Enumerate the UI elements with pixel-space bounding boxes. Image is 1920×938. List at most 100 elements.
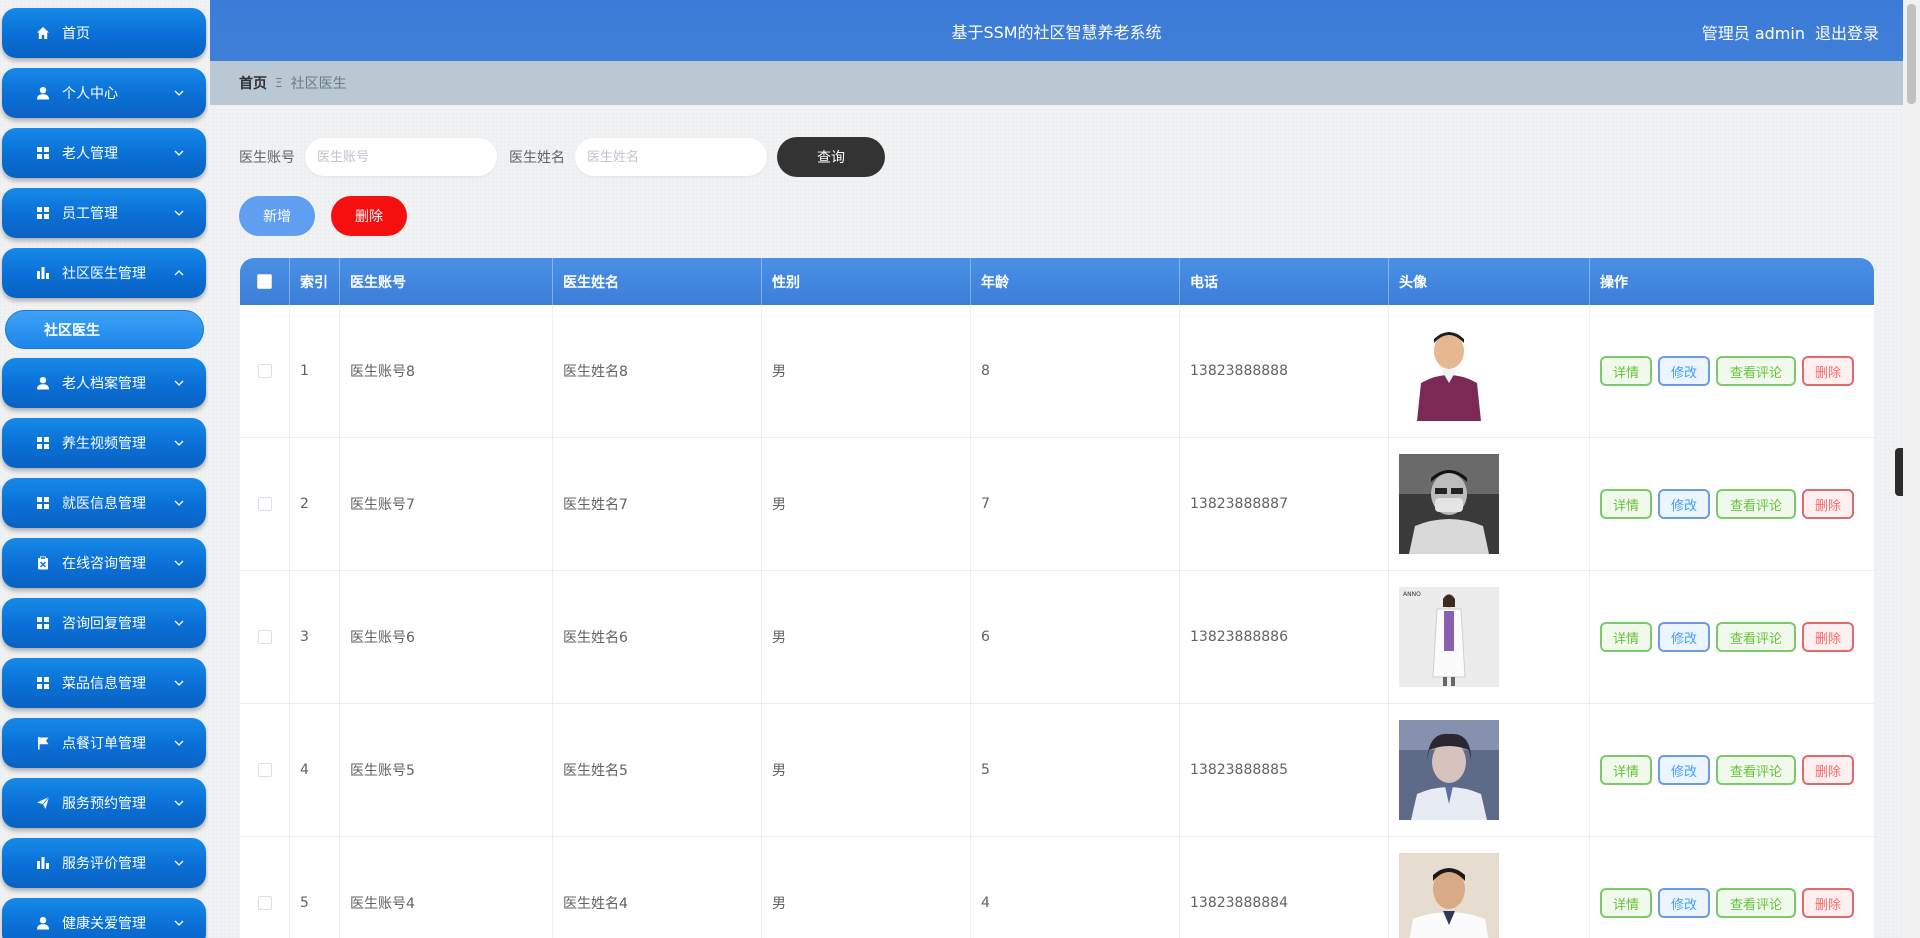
batch-delete-button[interactable]: 删除 [331,196,407,236]
sidebar: 首页个人中心老人管理员工管理社区医生管理 老人档案管理 养生视频管理 就医信息管理 在线… [0,0,208,938]
sidebar-item-service-booking[interactable]: 服务预约管理 [2,778,206,828]
breadcrumb-separator: Ξ [275,76,283,90]
sidebar-item-profile[interactable]: 个人中心 [2,68,206,118]
view-comments-button[interactable]: 查看评论 [1716,622,1796,652]
doctor-avatar-image[interactable] [1399,720,1499,820]
detail-button[interactable]: 详情 [1600,755,1652,785]
doctor-avatar-image[interactable]: ANNO [1399,587,1499,687]
submenu-item-community-doctor[interactable]: 社区医生 [5,310,204,349]
svg-text:ANNO: ANNO [1403,591,1421,598]
view-comments-button[interactable]: 查看评论 [1716,755,1796,785]
edit-button[interactable]: 修改 [1658,356,1710,386]
cell-phone: 13823888884 [1180,837,1389,938]
cell-age: 6 [971,571,1180,703]
chevron-down-icon [172,376,186,390]
sidebar-item-service-review[interactable]: 服务评价管理 [2,838,206,888]
select-all-cell [240,258,290,305]
sidebar-item-meal-order[interactable]: 点餐订单管理 [2,718,206,768]
top-header: 基于SSM的社区智慧养老系统 管理员 admin 退出登录 [210,0,1903,61]
table-row: 1 医生账号8 医生姓名8 男 8 13823888888 详情 修改 查看评论 删除 [240,305,1874,438]
vertical-scrollbar[interactable] [1903,0,1920,938]
cell-actions: 详情 修改 查看评论 删除 [1590,837,1874,938]
edit-button[interactable]: 修改 [1658,622,1710,652]
row-select-cell [240,837,290,938]
cell-avatar: ANNO [1389,571,1590,703]
chevron-down-icon [172,436,186,450]
column-header-phone: 电话 [1180,258,1389,305]
view-comments-button[interactable]: 查看评论 [1716,888,1796,918]
column-header-index: 索引 [290,258,340,305]
cell-phone: 13823888886 [1180,571,1389,703]
search-form: 医生账号 医生姓名 查询 [239,137,885,177]
doctor-avatar-image[interactable] [1399,321,1499,421]
delete-row-button[interactable]: 删除 [1802,622,1854,652]
sidebar-item-label: 员工管理 [62,206,118,222]
delete-row-button[interactable]: 删除 [1802,356,1854,386]
cell-account: 医生账号6 [340,571,553,703]
bar-chart-icon [35,265,51,281]
cell-actions: 详情 修改 查看评论 删除 [1590,305,1874,437]
delete-row-button[interactable]: 删除 [1802,755,1854,785]
sidebar-item-dish-info[interactable]: 菜品信息管理 [2,658,206,708]
doctor-avatar-image[interactable] [1399,853,1499,938]
cell-gender: 男 [762,438,971,570]
chevron-up-icon [172,266,186,280]
sidebar-item-label: 服务预约管理 [62,796,146,812]
name-search-input[interactable] [575,138,767,176]
sidebar-item-home[interactable]: 首页 [2,8,206,58]
detail-button[interactable]: 详情 [1600,622,1652,652]
sidebar-item-health-care[interactable]: 健康关爱管理 [2,898,206,938]
view-comments-button[interactable]: 查看评论 [1716,489,1796,519]
row-checkbox[interactable] [257,497,272,511]
cell-account: 医生账号8 [340,305,553,437]
cell-index: 4 [290,704,340,836]
cell-index: 3 [290,571,340,703]
cell-index: 5 [290,837,340,938]
scrollbar-thumb[interactable] [1907,4,1916,104]
sidebar-item-label: 健康关爱管理 [62,916,146,932]
add-button[interactable]: 新增 [239,196,315,236]
row-checkbox[interactable] [257,630,272,644]
edit-button[interactable]: 修改 [1658,489,1710,519]
column-header-gender: 性别 [762,258,971,305]
column-header-name: 医生姓名 [553,258,762,305]
cell-avatar [1389,837,1590,938]
sidebar-item-elder-archive[interactable]: 老人档案管理 [2,358,206,408]
cell-phone: 13823888887 [1180,438,1389,570]
logout-link[interactable]: 退出登录 [1815,20,1879,44]
row-checkbox[interactable] [257,364,272,378]
sidebar-item-doctor[interactable]: 社区医生管理 [2,248,206,298]
delete-row-button[interactable]: 删除 [1802,888,1854,918]
delete-row-button[interactable]: 删除 [1802,489,1854,519]
chevron-down-icon [172,496,186,510]
account-search-input[interactable] [305,138,497,176]
doctor-avatar-image[interactable] [1399,454,1499,554]
row-select-cell [240,704,290,836]
cell-actions: 详情 修改 查看评论 删除 [1590,438,1874,570]
view-comments-button[interactable]: 查看评论 [1716,356,1796,386]
cell-name: 医生姓名8 [553,305,762,437]
bar-chart-icon [35,855,51,871]
detail-button[interactable]: 详情 [1600,489,1652,519]
detail-button[interactable]: 详情 [1600,888,1652,918]
sidebar-item-elder[interactable]: 老人管理 [2,128,206,178]
cell-name: 医生姓名6 [553,571,762,703]
breadcrumb-home[interactable]: 首页 [239,73,267,93]
sidebar-item-staff[interactable]: 员工管理 [2,188,206,238]
sidebar-item-online-consult[interactable]: 在线咨询管理 [2,538,206,588]
edit-button[interactable]: 修改 [1658,888,1710,918]
sidebar-item-medical-info[interactable]: 就医信息管理 [2,478,206,528]
submenu-item-label: 社区医生 [44,322,100,339]
sidebar-item-health-video[interactable]: 养生视频管理 [2,418,206,468]
chevron-down-icon [172,146,186,160]
table-row: 4 医生账号5 医生姓名5 男 5 13823888885 详情 修改 查看评论 删除 [240,704,1874,837]
select-all-checkbox[interactable] [257,274,272,289]
sidebar-item-consult-reply[interactable]: 咨询回复管理 [2,598,206,648]
cell-name: 医生姓名7 [553,438,762,570]
sidebar-item-label: 个人中心 [62,86,118,102]
detail-button[interactable]: 详情 [1600,356,1652,386]
edit-button[interactable]: 修改 [1658,755,1710,785]
row-checkbox[interactable] [257,763,272,777]
row-checkbox[interactable] [257,896,272,910]
query-button[interactable]: 查询 [777,137,885,177]
